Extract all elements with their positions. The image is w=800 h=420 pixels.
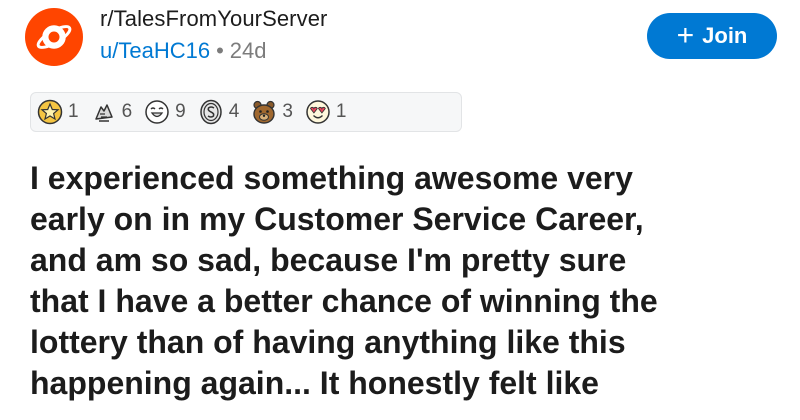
plus-icon: + <box>676 19 695 52</box>
post-header: r/TalesFromYourServer u/TeaHC16 • 24d + Jo… <box>0 0 800 80</box>
award-count: 6 <box>121 101 133 122</box>
meta-separator: • <box>216 38 224 63</box>
award-item[interactable]: 1 <box>305 99 347 125</box>
award-item[interactable]: 9 <box>144 99 186 125</box>
post-body-line: happening again... It honestly felt like <box>30 365 599 401</box>
award-item[interactable]: 3 <box>251 99 293 125</box>
post-body-line: I experienced something awesome very <box>30 160 633 196</box>
laughing-face-award-icon <box>145 100 169 124</box>
post-age: 24d <box>229 38 267 63</box>
awards-bar[interactable]: 1 6 9 4 3 1 <box>30 92 462 132</box>
gold-star-award-icon <box>37 99 63 125</box>
planet-icon <box>36 25 72 49</box>
subreddit-avatar[interactable] <box>25 8 83 66</box>
heart-eyes-award-icon <box>306 100 330 124</box>
award-count: 1 <box>335 101 347 122</box>
bear-award-icon <box>253 100 276 124</box>
post-body-line: early on in my Customer Service Career, <box>30 201 644 237</box>
silver-coin-award-icon <box>199 99 222 125</box>
award-item[interactable]: 4 <box>198 99 240 125</box>
author-link[interactable]: u/TeaHC16 <box>100 38 210 63</box>
post-meta: u/TeaHC16 • 24d <box>100 38 267 64</box>
join-button-label: Join <box>702 23 748 48</box>
subreddit-name[interactable]: r/TalesFromYourServer <box>100 6 327 32</box>
award-count: 9 <box>175 101 186 122</box>
join-button[interactable]: + Join <box>647 13 777 59</box>
post-body-line: lottery than of having anything like thi… <box>30 324 626 360</box>
hands-award-icon <box>94 104 113 122</box>
post-body: I experienced something awesome very ear… <box>30 158 790 404</box>
post-body-line: and am so sad, because I'm pretty sure <box>30 242 627 278</box>
post-body-line: that I have a better chance of winning t… <box>30 283 658 319</box>
award-count: 3 <box>282 101 293 122</box>
award-item[interactable]: 1 <box>37 99 79 125</box>
award-item[interactable]: 6 <box>91 99 133 125</box>
award-count: 1 <box>68 101 79 122</box>
award-count: 4 <box>228 101 240 122</box>
